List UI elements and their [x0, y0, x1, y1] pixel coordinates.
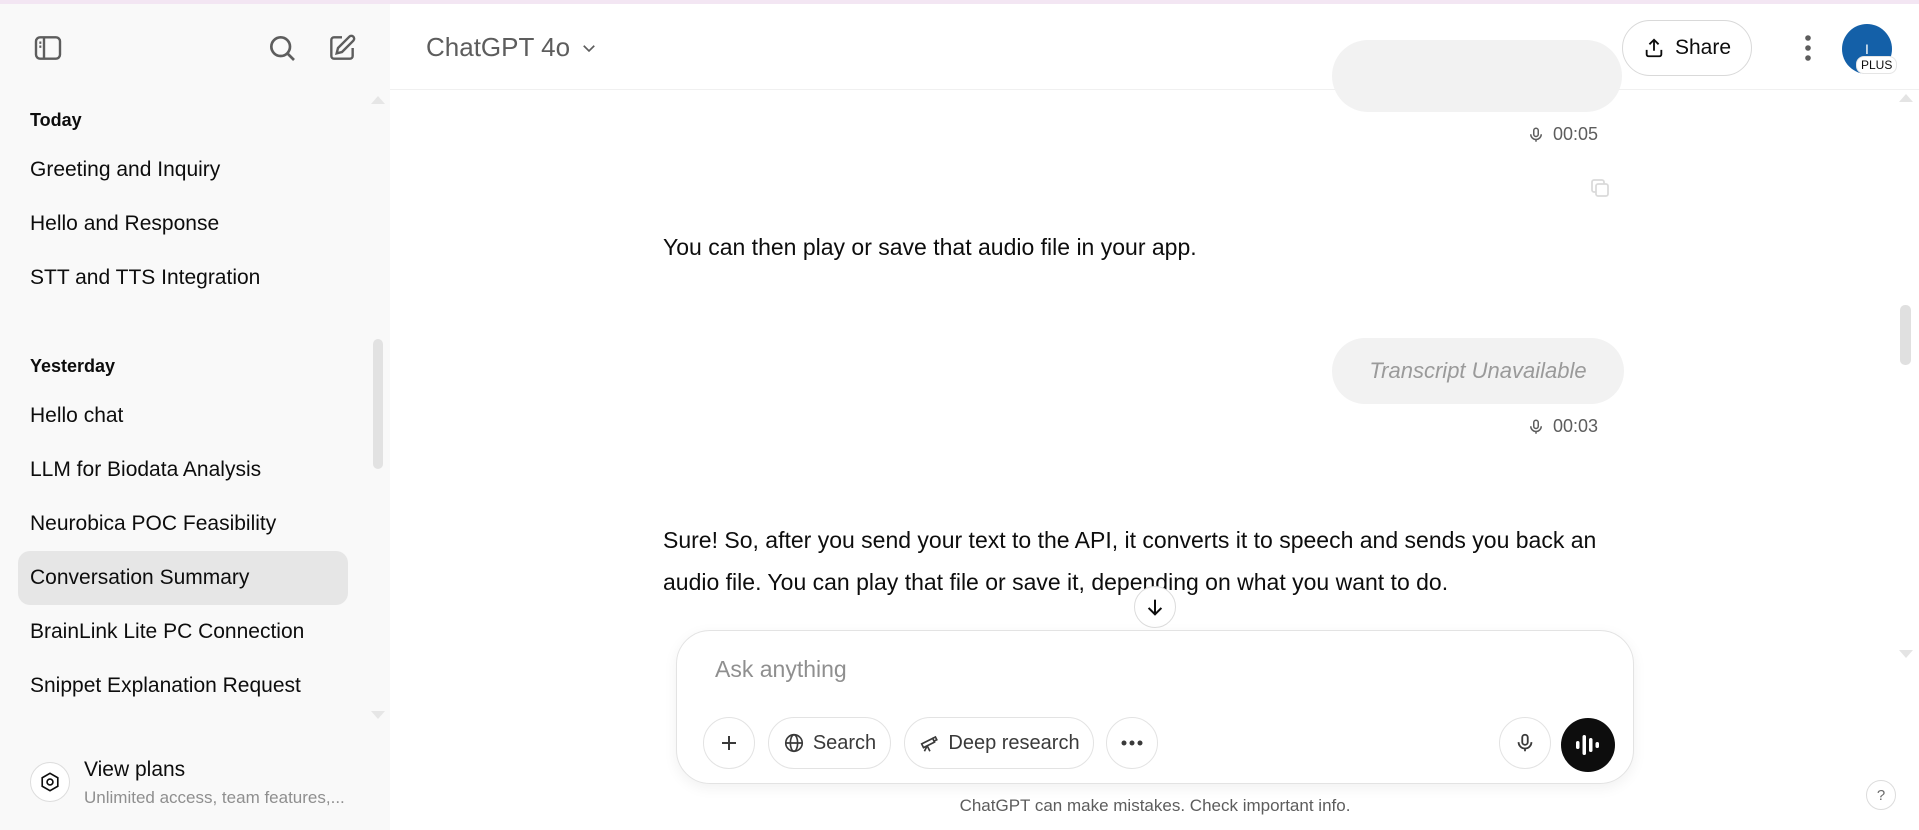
search-button[interactable]: Search	[768, 717, 891, 769]
main-scroll-up-arrow[interactable]	[1899, 94, 1913, 102]
audio-duration-1: 00:05	[1527, 124, 1598, 145]
sidebar-item-hello-and-response[interactable]: Hello and Response	[18, 197, 348, 251]
sidebar-item-conversation-summary[interactable]: Conversation Summary	[18, 551, 348, 605]
plus-icon	[722, 736, 736, 750]
share-label: Share	[1674, 36, 1732, 59]
deep-research-label: Deep research	[948, 731, 1080, 754]
sidebar-item-hello-chat[interactable]: Hello chat	[18, 389, 348, 443]
sidebar-item-brainlink-lite-pc-connection[interactable]: BrainLink Lite PC Connection	[18, 605, 348, 659]
chevron-down-icon	[583, 44, 595, 52]
message-input[interactable]	[715, 649, 1575, 689]
sidebar-item-stt-and-tts-integration[interactable]: STT and TTS Integration	[18, 251, 348, 305]
sidebar-item-greeting-and-inquiry[interactable]: Greeting and Inquiry	[18, 143, 348, 197]
new-chat-icon[interactable]	[322, 28, 362, 68]
sidebar-item-llm-for-biodata-analysis[interactable]: LLM for Biodata Analysis	[18, 443, 348, 497]
microphone-icon	[1530, 127, 1542, 142]
arrow-down-icon	[1147, 599, 1163, 616]
plan-badge: PLUS	[1856, 56, 1898, 74]
chat-header: ChatGPT 4o Share I PLUS	[390, 4, 1919, 90]
microphone-icon	[1530, 419, 1542, 434]
model-title: ChatGPT 4o	[426, 32, 571, 62]
dictate-button[interactable]	[1499, 717, 1551, 769]
sidebar: Today Greeting and Inquiry Hello and Res…	[0, 4, 390, 830]
sidebar-scroll-up-arrow[interactable]	[371, 96, 385, 104]
add-attachment-button[interactable]	[703, 717, 755, 769]
search-icon[interactable]	[262, 28, 302, 68]
sidebar-item-neurobica-poc-feasibility[interactable]: Neurobica POC Feasibility	[18, 497, 348, 551]
model-selector[interactable]: ChatGPT 4o	[426, 32, 598, 63]
composer: Search Deep research	[676, 630, 1634, 784]
more-tools-button[interactable]	[1106, 717, 1158, 769]
toggle-sidebar-icon[interactable]	[28, 28, 68, 68]
view-plans-subtitle: Unlimited access, team features,...	[84, 788, 345, 807]
view-plans-title: View plans	[84, 758, 186, 781]
section-title-yesterday: Yesterday	[30, 356, 116, 376]
help-button[interactable]: ?	[1866, 780, 1896, 810]
share-button[interactable]: Share	[1622, 20, 1752, 76]
globe-icon	[784, 733, 803, 753]
view-plans-button[interactable]: View plans Unlimited access, team featur…	[28, 754, 368, 814]
ellipsis-icon	[1121, 740, 1143, 746]
search-label: Search	[812, 731, 877, 754]
telescope-icon	[920, 735, 939, 752]
upload-icon	[1645, 38, 1663, 58]
microphone-icon	[1517, 733, 1533, 752]
more-options-icon[interactable]	[1788, 26, 1828, 70]
main-scrollbar-thumb[interactable]	[1900, 305, 1911, 365]
main-scroll-down-arrow[interactable]	[1899, 650, 1913, 658]
sidebar-scrollbar-thumb[interactable]	[373, 339, 383, 469]
scroll-to-bottom-button[interactable]	[1134, 586, 1176, 628]
sidebar-item-snippet-explanation-request[interactable]: Snippet Explanation Request	[18, 659, 348, 713]
copy-icon[interactable]	[1588, 176, 1612, 205]
sidebar-scroll-down-arrow[interactable]	[371, 711, 385, 719]
audio-duration-2: 00:03	[1527, 416, 1598, 437]
upgrade-icon	[30, 762, 70, 802]
assistant-message: You can then play or save that audio fil…	[663, 234, 1197, 260]
disclaimer-text: ChatGPT can make mistakes. Check importa…	[959, 796, 1351, 815]
deep-research-button[interactable]: Deep research	[904, 717, 1094, 769]
section-title-today: Today	[30, 110, 82, 130]
voice-mode-button[interactable]	[1561, 718, 1615, 772]
user-audio-bubble-partial	[1332, 40, 1622, 112]
user-audio-bubble: Transcript Unavailable	[1332, 338, 1624, 404]
sound-wave-icon	[1576, 735, 1599, 755]
